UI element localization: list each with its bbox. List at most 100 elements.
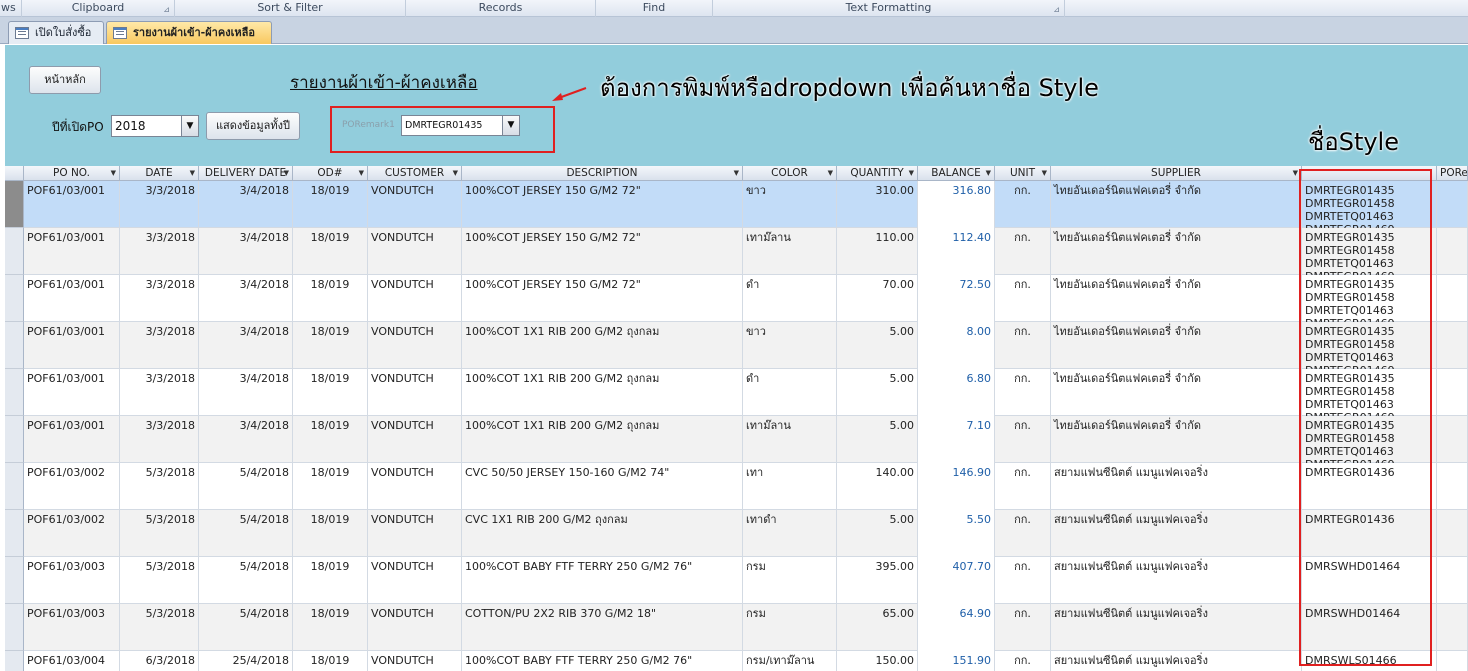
cell-description[interactable]: COTTON/PU 2X2 RIB 370 G/M2 18": [462, 604, 743, 651]
table-row[interactable]: POF61/03/002 5/3/2018 5/4/2018 18/019 VONDUT…: [24, 463, 1468, 510]
cell-quantity[interactable]: 5.00: [837, 510, 918, 557]
cell-delivery-date[interactable]: 5/4/2018: [199, 510, 293, 557]
cell-od[interactable]: 18/019: [293, 416, 368, 463]
cell-supplier[interactable]: ไทยอันเดอร์นิตแฟคเตอรี่ จำกัด: [1051, 228, 1302, 275]
column-header-balance[interactable]: BALANCE ▼: [918, 166, 995, 181]
cell-color[interactable]: กรม: [743, 604, 837, 651]
cell-description[interactable]: 100%COT JERSEY 150 G/M2 72": [462, 181, 743, 228]
cell-customer[interactable]: VONDUTCH: [368, 275, 462, 322]
cell-description[interactable]: 100%COT 1X1 RIB 200 G/M2 ถุงกลม: [462, 369, 743, 416]
column-header-date[interactable]: DATE ▼: [120, 166, 199, 181]
cell-od[interactable]: 18/019: [293, 275, 368, 322]
dropdown-arrow-icon[interactable]: ▼: [359, 166, 364, 180]
cell-customer[interactable]: VONDUTCH: [368, 510, 462, 557]
cell-customer[interactable]: VONDUTCH: [368, 322, 462, 369]
show-all-year-button[interactable]: แสดงข้อมูลทั้งปี: [206, 112, 300, 140]
table-row[interactable]: POF61/03/001 3/3/2018 3/4/2018 18/019 VONDUT…: [24, 228, 1468, 275]
cell-supplier[interactable]: ไทยอันเดอร์นิตแฟคเตอรี่ จำกัด: [1051, 181, 1302, 228]
dropdown-arrow-icon[interactable]: ▼: [986, 166, 991, 180]
cell-delivery-date[interactable]: 3/4/2018: [199, 369, 293, 416]
cell-customer[interactable]: VONDUTCH: [368, 369, 462, 416]
cell-quantity[interactable]: 395.00: [837, 557, 918, 604]
table-row[interactable]: POF61/03/004 6/3/2018 25/4/2018 18/019 VONDU…: [24, 651, 1468, 671]
cell-date[interactable]: 3/3/2018: [120, 369, 199, 416]
cell-date[interactable]: 3/3/2018: [120, 416, 199, 463]
cell-customer[interactable]: VONDUTCH: [368, 416, 462, 463]
cell-poremark[interactable]: [1437, 651, 1468, 671]
tab-fabric-report[interactable]: รายงานผ้าเข้า-ผ้าคงเหลือ: [106, 21, 272, 44]
cell-description[interactable]: CVC 1X1 RIB 200 G/M2 ถุงกลม: [462, 510, 743, 557]
cell-poremark[interactable]: [1437, 604, 1468, 651]
cell-customer[interactable]: VONDUTCH: [368, 463, 462, 510]
cell-unit[interactable]: กก.: [995, 369, 1051, 416]
cell-poremark[interactable]: [1437, 557, 1468, 604]
cell-customer[interactable]: VONDUTCH: [368, 651, 462, 671]
cell-delivery-date[interactable]: 3/4/2018: [199, 322, 293, 369]
record-selector[interactable]: [5, 369, 24, 416]
cell-po-no[interactable]: POF61/03/001: [24, 275, 120, 322]
cell-supplier[interactable]: สยามแฟนซีนิตต์ แมนูแฟคเจอริ่ง: [1051, 651, 1302, 671]
cell-poremark[interactable]: [1437, 181, 1468, 228]
cell-od[interactable]: 18/019: [293, 557, 368, 604]
cell-poremark[interactable]: [1437, 416, 1468, 463]
cell-balance[interactable]: 316.80: [918, 181, 995, 228]
cell-po-no[interactable]: POF61/03/003: [24, 604, 120, 651]
cell-po-no[interactable]: POF61/03/001: [24, 228, 120, 275]
year-dropdown[interactable]: 2018 ▼: [111, 115, 199, 137]
cell-po-no[interactable]: POF61/03/001: [24, 181, 120, 228]
table-row[interactable]: POF61/03/001 3/3/2018 3/4/2018 18/019 VONDUT…: [24, 181, 1468, 228]
dialog-launcher-icon[interactable]: ⊿: [1053, 2, 1060, 18]
cell-unit[interactable]: กก.: [995, 181, 1051, 228]
cell-unit[interactable]: กก.: [995, 604, 1051, 651]
cell-po-no[interactable]: POF61/03/004: [24, 651, 120, 671]
column-header-quantity[interactable]: QUANTITY ▼: [837, 166, 918, 181]
table-row[interactable]: POF61/03/001 3/3/2018 3/4/2018 18/019 VONDUT…: [24, 275, 1468, 322]
cell-quantity[interactable]: 70.00: [837, 275, 918, 322]
cell-customer[interactable]: VONDUTCH: [368, 604, 462, 651]
cell-description[interactable]: 100%COT 1X1 RIB 200 G/M2 ถุงกลม: [462, 416, 743, 463]
cell-delivery-date[interactable]: 5/4/2018: [199, 557, 293, 604]
cell-color[interactable]: เทาดำ: [743, 510, 837, 557]
record-selector[interactable]: [5, 651, 24, 671]
cell-balance[interactable]: 407.70: [918, 557, 995, 604]
record-selector[interactable]: [5, 228, 24, 275]
cell-poremark[interactable]: [1437, 510, 1468, 557]
cell-description[interactable]: 100%COT BABY FTF TERRY 250 G/M2 76": [462, 651, 743, 671]
table-row[interactable]: POF61/03/003 5/3/2018 5/4/2018 18/019 VONDUT…: [24, 557, 1468, 604]
cell-unit[interactable]: กก.: [995, 651, 1051, 671]
cell-quantity[interactable]: 140.00: [837, 463, 918, 510]
cell-od[interactable]: 18/019: [293, 651, 368, 671]
cell-customer[interactable]: VONDUTCH: [368, 557, 462, 604]
cell-poremark[interactable]: [1437, 463, 1468, 510]
cell-po-no[interactable]: POF61/03/001: [24, 369, 120, 416]
cell-balance[interactable]: 8.00: [918, 322, 995, 369]
dropdown-arrow-icon[interactable]: ▼: [1293, 166, 1298, 180]
table-row[interactable]: POF61/03/001 3/3/2018 3/4/2018 18/019 VONDUT…: [24, 369, 1468, 416]
cell-quantity[interactable]: 65.00: [837, 604, 918, 651]
cell-unit[interactable]: กก.: [995, 275, 1051, 322]
cell-customer[interactable]: VONDUTCH: [368, 181, 462, 228]
cell-delivery-date[interactable]: 3/4/2018: [199, 275, 293, 322]
record-selector[interactable]: [5, 322, 24, 369]
column-header-color[interactable]: COLOR ▼: [743, 166, 837, 181]
record-selector[interactable]: [5, 463, 24, 510]
select-all-corner[interactable]: [5, 166, 24, 181]
cell-customer[interactable]: VONDUTCH: [368, 228, 462, 275]
column-header-description[interactable]: DESCRIPTION ▼: [462, 166, 743, 181]
column-header-unit[interactable]: UNIT ▼: [995, 166, 1051, 181]
dropdown-arrow-icon[interactable]: ▼: [190, 166, 195, 180]
cell-color[interactable]: ดำ: [743, 275, 837, 322]
cell-color[interactable]: เทา: [743, 463, 837, 510]
cell-poremark[interactable]: [1437, 322, 1468, 369]
cell-unit[interactable]: กก.: [995, 322, 1051, 369]
cell-poremark[interactable]: [1437, 369, 1468, 416]
table-row[interactable]: POF61/03/001 3/3/2018 3/4/2018 18/019 VONDUT…: [24, 322, 1468, 369]
cell-unit[interactable]: กก.: [995, 463, 1051, 510]
cell-poremark[interactable]: [1437, 275, 1468, 322]
cell-description[interactable]: 100%COT JERSEY 150 G/M2 72": [462, 228, 743, 275]
cell-od[interactable]: 18/019: [293, 604, 368, 651]
table-row[interactable]: POF61/03/003 5/3/2018 5/4/2018 18/019 VONDUT…: [24, 604, 1468, 651]
cell-supplier[interactable]: ไทยอันเดอร์นิตแฟคเตอรี่ จำกัด: [1051, 369, 1302, 416]
cell-delivery-date[interactable]: 5/4/2018: [199, 604, 293, 651]
home-button[interactable]: หน้าหลัก: [29, 66, 101, 94]
